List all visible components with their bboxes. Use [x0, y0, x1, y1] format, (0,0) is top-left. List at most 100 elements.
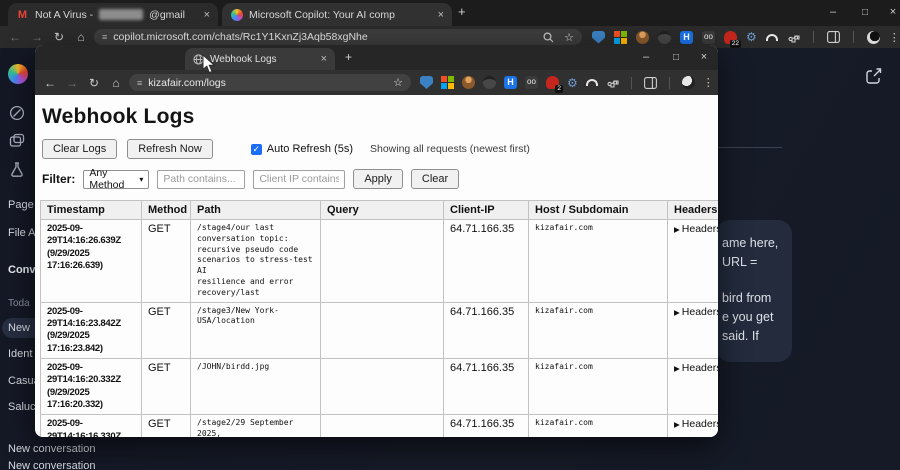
cell-timestamp: 2025-09- 29T14:16:26.639Z (9/29/2025 17:… — [40, 219, 142, 303]
sidebar-item-files[interactable]: File A — [8, 227, 36, 239]
cell-client-ip: 64.71.166.35 — [443, 219, 529, 303]
apply-button[interactable]: Apply — [353, 169, 403, 189]
tab-gmail[interactable]: M Not A Virus - @gmail × — [8, 3, 218, 26]
bookmark-star-icon[interactable]: ☆ — [564, 31, 574, 44]
cell-path: /stage3/New York- USA/location — [190, 301, 321, 359]
path-filter-input[interactable] — [157, 169, 246, 189]
window-maximize-button[interactable]: □ — [852, 2, 878, 22]
filter-label: Filter: — [42, 172, 76, 186]
bubble-line: e you get — [722, 310, 774, 324]
headers-expander[interactable]: ▶ Headers — [667, 414, 718, 437]
site-info-icon[interactable]: ≡ — [102, 32, 107, 42]
refresh-now-button[interactable]: Refresh Now — [127, 139, 213, 159]
side-panel-icon[interactable] — [826, 31, 840, 43]
arc-extension-icon[interactable] — [585, 79, 598, 86]
bubble-line: ame here, — [722, 236, 779, 250]
window-minimize-button[interactable]: – — [820, 2, 846, 22]
cell-method: GET — [141, 301, 191, 359]
clear-button[interactable]: Clear — [410, 169, 460, 189]
menu-dots-icon[interactable]: ⋮ — [889, 31, 900, 44]
person-extension-icon[interactable] — [636, 30, 649, 44]
cell-method: GET — [141, 357, 191, 416]
tab-close-icon[interactable]: × — [438, 9, 444, 21]
sidebar-item-new-conversation[interactable]: New conversation — [8, 460, 95, 470]
cell-query — [320, 414, 444, 437]
popup-minimize-button[interactable]: – — [633, 47, 659, 67]
sidebar-item-active-chat[interactable]: New — [8, 322, 30, 334]
popup-tab-title: Webhook Logs — [210, 53, 277, 65]
ninja-extension-icon[interactable] — [483, 76, 496, 89]
headers-expander[interactable]: ▶ Headers — [667, 219, 718, 303]
cell-query — [320, 219, 444, 303]
profile-avatar[interactable] — [866, 30, 880, 44]
home-icon[interactable]: ⌂ — [105, 76, 127, 90]
popup-address-bar[interactable]: ≡ kizafair.com/logs ☆ — [129, 74, 411, 91]
new-tab-button[interactable]: + — [458, 4, 466, 19]
window-close-button[interactable]: × — [880, 2, 900, 22]
chevron-down-icon: ▾ — [139, 174, 144, 184]
sidebar-section-today: Toda — [8, 298, 30, 309]
sidebar-item-pages[interactable]: Page — [8, 199, 34, 211]
cell-timestamp: 2025-09- 29T14:16:20.332Z (9/29/2025 17:… — [40, 357, 142, 416]
sidebar-item-new-conversation[interactable]: New conversation — [8, 443, 95, 455]
popup-title-bar[interactable]: Webhook Logs × + – □ × — [35, 45, 718, 70]
tab-gmail-label-suffix: @gmail — [149, 8, 185, 21]
forward-icon[interactable]: → — [26, 30, 48, 44]
h-extension-icon[interactable]: H — [680, 30, 693, 44]
headers-expander[interactable]: ▶ Headers — [667, 301, 718, 359]
h-extension-icon[interactable]: H — [504, 76, 517, 89]
sidebar-item-ident[interactable]: Ident — [8, 348, 32, 360]
zoom-icon[interactable] — [543, 31, 554, 43]
method-filter-select[interactable]: Any Method ▾ — [83, 167, 150, 191]
clear-logs-button[interactable]: Clear Logs — [42, 139, 118, 159]
back-icon[interactable]: ← — [39, 76, 61, 90]
glasses-extension-icon[interactable]: oo — [525, 76, 538, 89]
new-tab-button[interactable]: + — [345, 50, 352, 64]
popup-toolbar: ← → ↻ ⌂ ≡ kizafair.com/logs ☆ H oo 2 ⚙ ⋮ — [35, 70, 718, 95]
tab-close-icon[interactable]: × — [204, 9, 210, 21]
back-icon[interactable]: ← — [4, 30, 26, 44]
arc-extension-icon[interactable] — [765, 33, 778, 41]
popup-close-button[interactable]: × — [691, 47, 717, 67]
ip-filter-input[interactable] — [253, 169, 346, 189]
sidebar-gallery-icon[interactable] — [9, 133, 25, 149]
tab-copilot[interactable]: Microsoft Copilot: Your AI comp × — [222, 3, 452, 26]
microsoft-extension-icon[interactable] — [441, 76, 454, 89]
cell-path: /stage4/our last conversation topic: rec… — [190, 219, 321, 303]
ublock-extension-icon[interactable]: 7 — [592, 30, 605, 44]
tab-close-icon[interactable]: × — [321, 53, 327, 65]
red-extension-icon[interactable]: 2 — [546, 76, 563, 93]
glasses-extension-icon[interactable]: oo — [702, 30, 715, 44]
extensions-puzzle-icon[interactable] — [606, 76, 619, 89]
reload-icon[interactable]: ↻ — [48, 30, 70, 44]
person-extension-icon[interactable] — [462, 76, 475, 89]
auto-refresh-checkbox[interactable]: ✓ — [250, 143, 262, 155]
ublock-extension-icon[interactable] — [420, 76, 433, 89]
forward-icon[interactable]: → — [61, 76, 83, 90]
ninja-extension-icon[interactable] — [658, 30, 671, 44]
gear-extension-icon[interactable]: ⚙ — [746, 30, 757, 44]
bookmark-star-icon[interactable]: ☆ — [393, 76, 403, 89]
outer-address-bar[interactable]: ≡ copilot.microsoft.com/chats/Rc1Y1KxnZj… — [94, 29, 582, 45]
side-panel-icon[interactable] — [643, 76, 657, 89]
sidebar-item-salut[interactable]: Saluc — [8, 401, 36, 413]
gear-extension-icon[interactable]: ⚙ — [567, 76, 578, 90]
sidebar-labs-icon[interactable] — [9, 161, 25, 177]
headers-expander[interactable]: ▶ Headers — [667, 357, 718, 416]
microsoft-extension-icon[interactable] — [614, 30, 627, 44]
menu-dots-icon[interactable]: ⋮ — [703, 76, 714, 89]
site-info-icon[interactable]: ≡ — [137, 78, 142, 88]
reload-icon[interactable]: ↻ — [83, 76, 105, 90]
share-icon[interactable] — [864, 66, 884, 86]
col-client-ip: Client-IP — [443, 200, 529, 220]
red-extension-icon[interactable]: 22 — [724, 30, 741, 48]
popup-maximize-button[interactable]: □ — [663, 47, 689, 67]
tab-copilot-label: Microsoft Copilot: Your AI comp — [249, 8, 395, 21]
cell-path: /JOHN/birdd.jpg — [190, 357, 321, 416]
profile-avatar[interactable] — [681, 76, 695, 89]
popup-url: kizafair.com/logs — [148, 76, 226, 89]
col-host: Host / Subdomain — [528, 200, 668, 220]
home-icon[interactable]: ⌂ — [70, 30, 92, 44]
extensions-puzzle-icon[interactable] — [787, 31, 800, 44]
sidebar-discover-icon[interactable] — [9, 105, 25, 121]
